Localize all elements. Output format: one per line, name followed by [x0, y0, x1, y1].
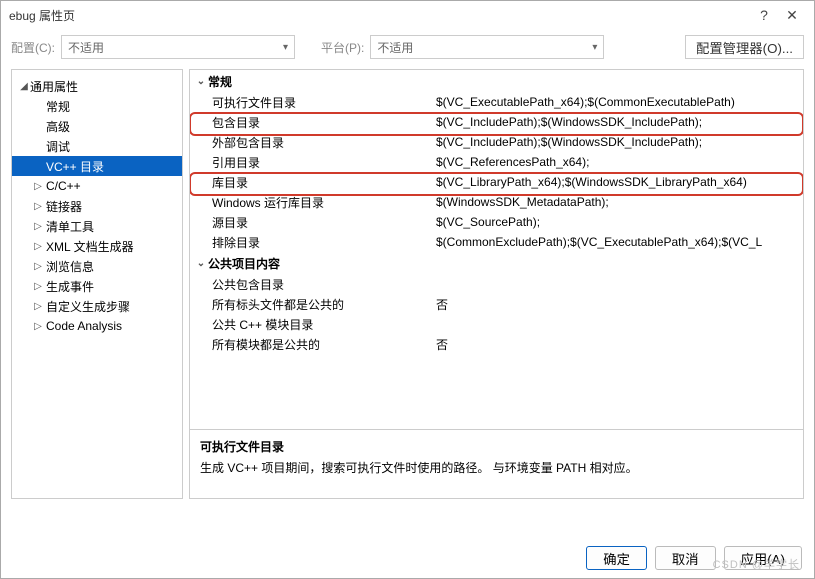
config-manager-button[interactable]: 配置管理器(O)... — [685, 35, 804, 59]
tree-item[interactable]: ▷生成事件 — [12, 276, 182, 296]
chevron-down-icon: ▾ — [592, 42, 597, 53]
property-grid[interactable]: ⌄常规 可执行文件目录$(VC_ExecutablePath_x64);$(Co… — [189, 69, 804, 430]
tree-item[interactable]: 调试 — [12, 136, 182, 156]
ok-button[interactable]: 确定 — [586, 546, 647, 570]
property-row[interactable]: 包含目录$(VC_IncludePath);$(WindowsSDK_Inclu… — [190, 112, 803, 132]
tree-item[interactable]: 高级 — [12, 116, 182, 136]
nav-tree[interactable]: ◢通用属性 常规高级调试VC++ 目录▷C/C++▷链接器▷清单工具▷XML 文… — [11, 69, 183, 499]
platform-combo[interactable]: 不适用 ▾ — [370, 35, 604, 59]
property-value[interactable]: $(VC_ExecutablePath_x64);$(CommonExecuta… — [432, 95, 803, 109]
tree-item[interactable]: VC++ 目录 — [12, 156, 182, 176]
platform-value: 不适用 — [377, 39, 413, 56]
property-label: 所有模块都是公共的 — [190, 336, 432, 353]
property-row[interactable]: 外部包含目录$(VC_IncludePath);$(WindowsSDK_Inc… — [190, 132, 803, 152]
property-row[interactable]: 库目录$(VC_LibraryPath_x64);$(WindowsSDK_Li… — [190, 172, 803, 192]
property-value[interactable]: $(WindowsSDK_MetadataPath); — [432, 195, 803, 209]
expand-icon: ▷ — [32, 321, 44, 332]
tree-item[interactable]: ▷自定义生成步骤 — [12, 296, 182, 316]
tree-item[interactable]: ▷链接器 — [12, 196, 182, 216]
description-panel: 可执行文件目录 生成 VC++ 项目期间，搜索可执行文件时使用的路径。 与环境变… — [189, 430, 804, 499]
property-label: 公共包含目录 — [190, 276, 432, 293]
expand-icon: ▷ — [32, 241, 44, 252]
property-label: 包含目录 — [190, 114, 432, 131]
property-label: 排除目录 — [190, 234, 432, 251]
expand-icon: ▷ — [32, 181, 44, 192]
property-label: 可执行文件目录 — [190, 94, 432, 111]
property-row[interactable]: 排除目录$(CommonExcludePath);$(VC_Executable… — [190, 232, 803, 252]
tree-item[interactable]: 常规 — [12, 96, 182, 116]
description-head: 可执行文件目录 — [200, 438, 793, 455]
expand-icon: ▷ — [32, 281, 44, 292]
property-label: 所有标头文件都是公共的 — [190, 296, 432, 313]
property-row[interactable]: 可执行文件目录$(VC_ExecutablePath_x64);$(Common… — [190, 92, 803, 112]
config-value: 不适用 — [68, 39, 104, 56]
property-label: 库目录 — [190, 174, 432, 191]
property-value[interactable]: $(VC_IncludePath);$(WindowsSDK_IncludePa… — [432, 115, 803, 129]
property-row[interactable]: 所有模块都是公共的否 — [190, 334, 803, 354]
apply-button[interactable]: 应用(A) — [724, 546, 802, 570]
expand-icon: ▷ — [32, 201, 44, 212]
property-row[interactable]: Windows 运行库目录$(WindowsSDK_MetadataPath); — [190, 192, 803, 212]
tree-item[interactable]: ▷浏览信息 — [12, 256, 182, 276]
help-button[interactable]: ? — [750, 7, 778, 23]
description-body: 生成 VC++ 项目期间，搜索可执行文件时使用的路径。 与环境变量 PATH 相… — [200, 459, 793, 476]
tree-item[interactable]: ▷XML 文档生成器 — [12, 236, 182, 256]
property-value[interactable]: $(VC_IncludePath);$(WindowsSDK_IncludePa… — [432, 135, 803, 149]
property-row[interactable]: 公共 C++ 模块目录 — [190, 314, 803, 334]
tree-root[interactable]: ◢通用属性 — [12, 76, 182, 96]
close-button[interactable]: ✕ — [778, 7, 806, 24]
property-value[interactable]: $(VC_SourcePath); — [432, 215, 803, 229]
property-value[interactable]: 否 — [432, 336, 803, 353]
property-label: 引用目录 — [190, 154, 432, 171]
platform-label: 平台(P): — [321, 39, 364, 56]
tree-item[interactable]: ▷清单工具 — [12, 216, 182, 236]
property-row[interactable]: 所有标头文件都是公共的否 — [190, 294, 803, 314]
property-value[interactable]: $(VC_ReferencesPath_x64); — [432, 155, 803, 169]
config-combo[interactable]: 不适用 ▾ — [61, 35, 295, 59]
cancel-button[interactable]: 取消 — [655, 546, 716, 570]
property-value[interactable]: $(CommonExcludePath);$(VC_ExecutablePath… — [432, 235, 803, 249]
expand-icon: ▷ — [32, 301, 44, 312]
config-label: 配置(C): — [11, 39, 55, 56]
window-title: ebug 属性页 — [9, 7, 750, 24]
property-value[interactable]: $(VC_LibraryPath_x64);$(WindowsSDK_Libra… — [432, 175, 803, 189]
tree-item[interactable]: ▷Code Analysis — [12, 316, 182, 336]
expand-icon: ▷ — [32, 221, 44, 232]
property-label: 外部包含目录 — [190, 134, 432, 151]
property-row[interactable]: 引用目录$(VC_ReferencesPath_x64); — [190, 152, 803, 172]
category-general[interactable]: ⌄常规 — [190, 70, 803, 92]
category-public[interactable]: ⌄公共项目内容 — [190, 252, 803, 274]
expand-icon: ▷ — [32, 261, 44, 272]
property-label: Windows 运行库目录 — [190, 194, 432, 211]
property-label: 源目录 — [190, 214, 432, 231]
chevron-down-icon: ▾ — [283, 42, 288, 53]
property-row[interactable]: 公共包含目录 — [190, 274, 803, 294]
property-label: 公共 C++ 模块目录 — [190, 316, 432, 333]
property-row[interactable]: 源目录$(VC_SourcePath); — [190, 212, 803, 232]
property-value[interactable]: 否 — [432, 296, 803, 313]
tree-item[interactable]: ▷C/C++ — [12, 176, 182, 196]
